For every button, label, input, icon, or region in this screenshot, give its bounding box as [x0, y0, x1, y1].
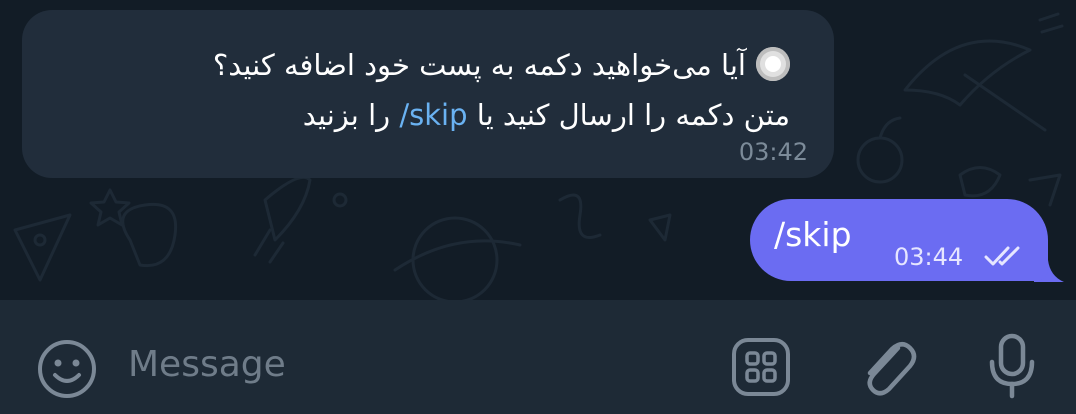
chat-area[interactable]: آیا می‌خواهید دکمه به پست خود اضافه کنید… — [0, 0, 1076, 300]
outgoing-message-time: 03:44 — [894, 243, 964, 271]
radio-icon — [756, 47, 790, 81]
incoming-message-time: 03:42 — [738, 138, 808, 166]
message-input[interactable]: Message — [128, 344, 286, 385]
microphone-icon[interactable] — [984, 330, 1040, 400]
double-check-icon — [984, 246, 1020, 266]
incoming-message-text: آیا می‌خواهید دکمه به پست خود اضافه کنید… — [213, 40, 790, 140]
outgoing-message[interactable]: /skip 03:44 — [750, 199, 1048, 281]
incoming-message[interactable]: آیا می‌خواهید دکمه به پست خود اضافه کنید… — [22, 10, 834, 178]
incoming-instruction-prefix: متن دکمه را ارسال کنید یا — [467, 98, 790, 132]
incoming-message-line1: آیا می‌خواهید دکمه به پست خود اضافه کنید… — [213, 40, 790, 90]
commands-grid-icon[interactable] — [730, 336, 792, 398]
paperclip-icon[interactable] — [858, 334, 920, 400]
incoming-instruction-suffix: را بزنید — [302, 98, 400, 132]
incoming-question: آیا می‌خواهید دکمه به پست خود اضافه کنید… — [212, 48, 746, 82]
emoji-icon[interactable] — [36, 338, 98, 400]
skip-command-link[interactable]: /skip — [399, 98, 467, 132]
message-input-bar: Message — [0, 300, 1076, 414]
incoming-message-line2: متن دکمه را ارسال کنید یا /skip را بزنید — [213, 90, 790, 140]
outgoing-message-text: /skip — [774, 215, 852, 254]
